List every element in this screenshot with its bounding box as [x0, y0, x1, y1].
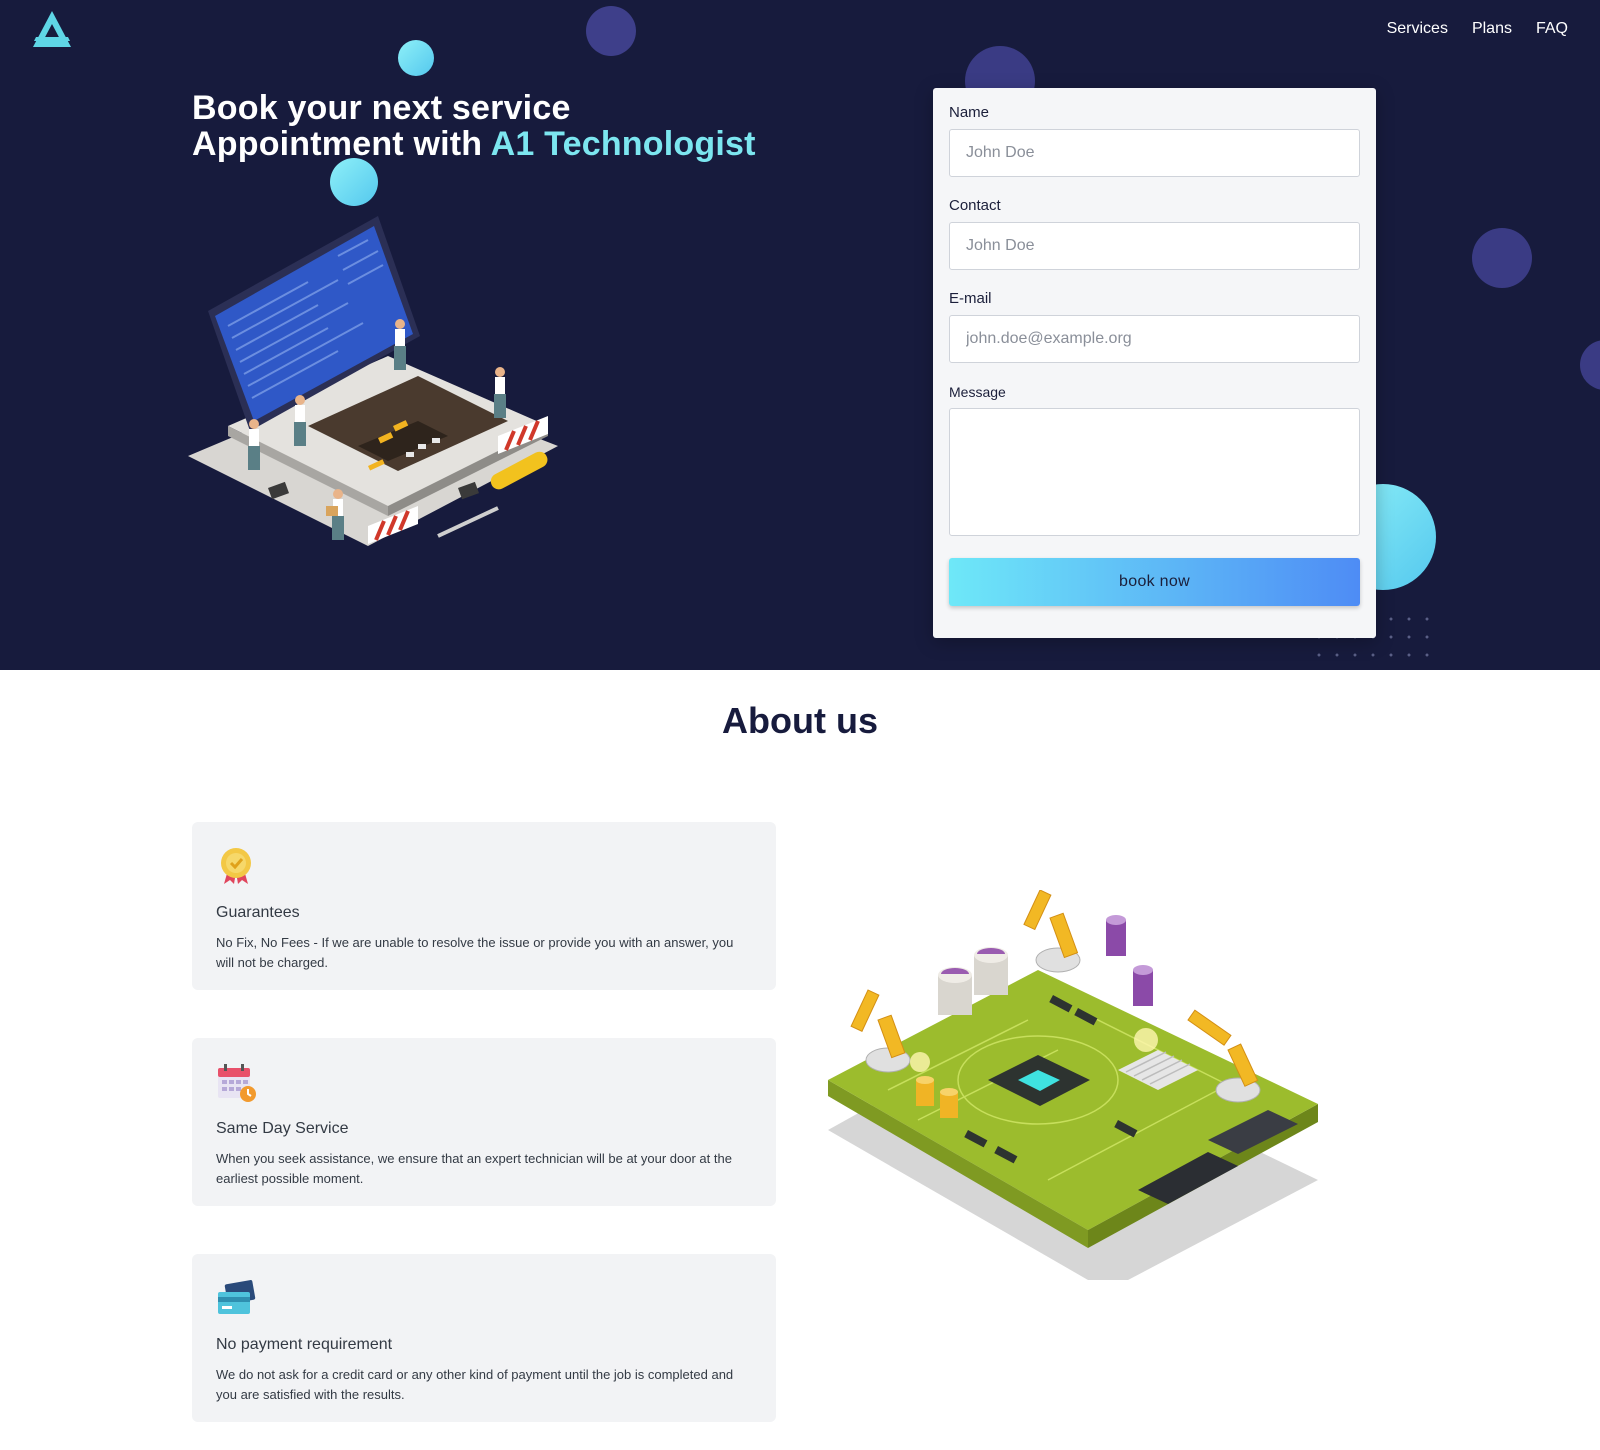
nav-link-plans[interactable]: Plans [1472, 18, 1512, 40]
card-text: No Fix, No Fees - If we are unable to re… [216, 935, 734, 970]
about-card-guarantees: Guarantees No Fix, No Fees - If we are u… [192, 822, 776, 990]
message-textarea[interactable] [949, 408, 1360, 536]
credit-card-icon [218, 1280, 256, 1314]
book-now-button[interactable]: book now [949, 558, 1360, 606]
email-label: E-mail [949, 290, 992, 307]
circuit-board-illustration [828, 890, 1318, 1280]
contact-input[interactable] [949, 222, 1360, 270]
card-text: We do not ask for a credit card or any o… [216, 1367, 734, 1402]
headline-line-1: Book your next service [192, 89, 571, 127]
card-title: No payment requirement [216, 1336, 393, 1353]
name-input[interactable] [949, 129, 1360, 177]
booking-form: Name Contact E-mail Message book now [933, 88, 1376, 638]
card-title: Same Day Service [216, 1120, 349, 1137]
decorative-bubble [1472, 228, 1532, 288]
card-text: When you seek assistance, we ensure that… [216, 1151, 732, 1186]
decorative-bubble [1580, 340, 1600, 390]
laptop-repair-illustration [188, 216, 558, 546]
about-title: About us [722, 700, 878, 741]
hero-section: Services Plans FAQ Book your next servic… [0, 0, 1600, 670]
email-input[interactable] [949, 315, 1360, 363]
calendar-clock-icon [218, 1064, 256, 1102]
headline-accent: A1 Technologist [490, 125, 756, 163]
badge-check-icon [221, 848, 251, 884]
name-label: Name [949, 104, 990, 121]
nav-link-services[interactable]: Services [1387, 18, 1448, 40]
decorative-bubble [398, 40, 434, 76]
nav-link-faq[interactable]: FAQ [1536, 18, 1568, 40]
a1-logo-icon[interactable] [32, 10, 72, 48]
contact-label: Contact [949, 197, 1001, 214]
hero-headline: Book your next service Appointment with … [192, 90, 756, 162]
about-card-no-payment: No payment requirement We do not ask for… [192, 1254, 776, 1422]
about-card-same-day-service: Same Day Service When you seek assistanc… [192, 1038, 776, 1206]
headline-line-2-prefix: Appointment with [192, 125, 491, 163]
top-nav: Services Plans FAQ [1387, 18, 1568, 40]
message-label: Message [949, 384, 1006, 400]
decorative-bubble [586, 6, 636, 56]
decorative-bubble [330, 158, 378, 206]
card-title: Guarantees [216, 904, 300, 921]
